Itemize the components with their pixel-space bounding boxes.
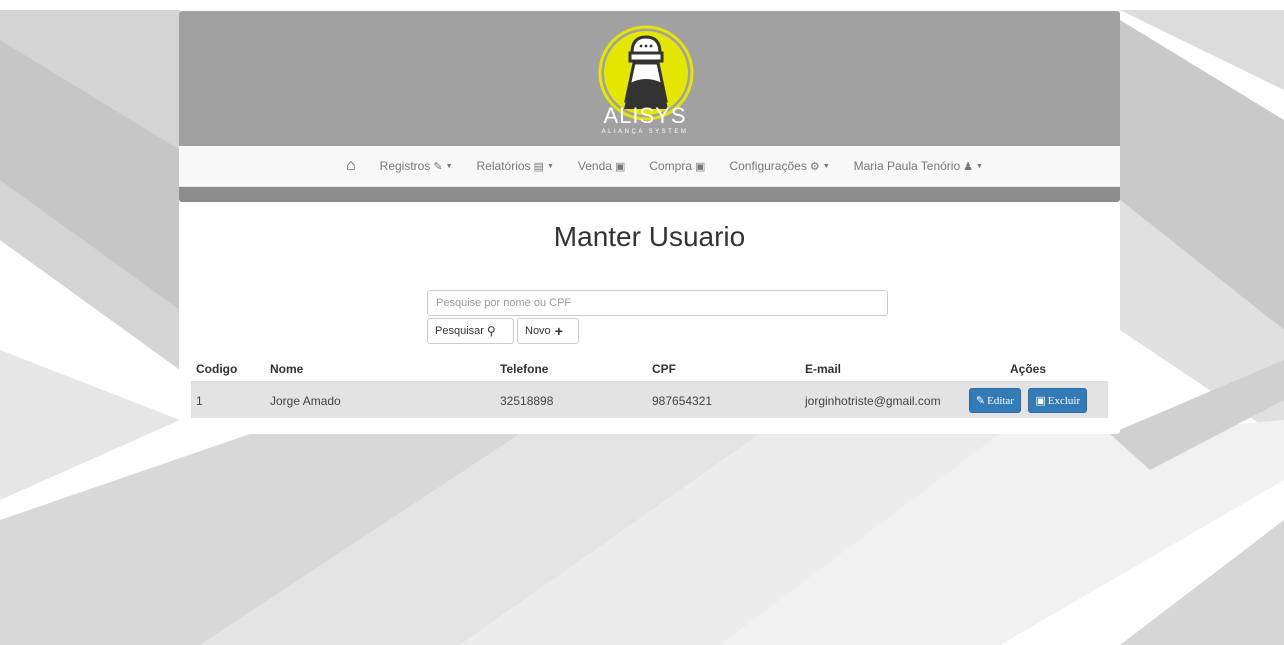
user-icon: ♟ bbox=[963, 160, 974, 173]
nav-label: Relatórios bbox=[476, 159, 531, 173]
nav-label: Registros bbox=[379, 159, 431, 173]
nav-label: Configurações bbox=[729, 159, 807, 173]
brand-tagline: ALIANÇA SYSTEM bbox=[601, 129, 689, 135]
header-banner: ALISYS ALIANÇA SYSTEM bbox=[179, 11, 1120, 146]
cell-codigo: 1 bbox=[191, 382, 265, 418]
pencil-icon: ✎ bbox=[433, 160, 443, 173]
cell-nome: Jorge Amado bbox=[265, 382, 495, 418]
column-header-nome: Nome bbox=[265, 357, 495, 383]
caret-down-icon: ▼ bbox=[445, 162, 453, 170]
nav-item-compra[interactable]: Compra ▣ bbox=[637, 146, 717, 186]
users-table: Codigo Nome Telefone CPF E-mail Ações 1 … bbox=[191, 357, 1108, 418]
cell-telefone: 32518898 bbox=[495, 382, 647, 418]
delete-button-label: Excluir bbox=[1047, 394, 1081, 407]
nav-label: Maria Paula Tenório bbox=[853, 159, 961, 173]
gear-icon: ⚙ bbox=[809, 160, 820, 173]
search-button[interactable]: Pesquisar ⚲ bbox=[427, 318, 514, 344]
cell-email: jorginhotriste@gmail.com bbox=[800, 382, 948, 418]
table-header-row: Codigo Nome Telefone CPF E-mail Ações bbox=[191, 357, 1108, 383]
column-header-cpf: CPF bbox=[647, 357, 800, 383]
nav-home[interactable]: ⌂ bbox=[334, 146, 368, 186]
caret-down-icon: ▼ bbox=[546, 162, 554, 170]
edit-button-label: Editar bbox=[987, 394, 1014, 407]
new-button-label: Novo bbox=[525, 325, 551, 337]
new-button[interactable]: Novo + bbox=[517, 318, 579, 344]
cell-actions: ✎ Editar ▣ Excluir bbox=[948, 382, 1108, 418]
home-icon: ⌂ bbox=[346, 157, 356, 174]
column-header-email: E-mail bbox=[800, 357, 948, 383]
nav-item-configuracoes[interactable]: Configurações ⚙ ▼ bbox=[717, 146, 841, 186]
nav-label: Venda bbox=[577, 159, 612, 173]
delete-button[interactable]: ▣ Excluir bbox=[1028, 388, 1088, 413]
cell-cpf: 987654321 bbox=[647, 382, 800, 418]
trash-icon: ▣ bbox=[1035, 394, 1046, 407]
column-header-codigo: Codigo bbox=[191, 357, 265, 383]
cart-icon: ▣ bbox=[614, 160, 626, 173]
search-input[interactable] bbox=[427, 290, 888, 316]
cart-icon: ▣ bbox=[695, 160, 706, 173]
nav-item-relatorios[interactable]: Relatórios ▤ ▼ bbox=[465, 146, 566, 186]
brand-logo[interactable]: ALISYS ALIANÇA SYSTEM bbox=[590, 13, 700, 143]
header-divider bbox=[179, 187, 1120, 202]
caret-down-icon: ▼ bbox=[822, 162, 830, 170]
list-icon: ▤ bbox=[533, 160, 544, 173]
edit-button[interactable]: ✎ Editar bbox=[968, 388, 1021, 413]
nav-item-venda[interactable]: Venda ▣ bbox=[566, 146, 637, 186]
column-header-acoes: Ações bbox=[948, 357, 1108, 383]
page-title: Manter Usuario bbox=[553, 221, 746, 252]
brand-name: ALISYS bbox=[603, 103, 687, 128]
main-container: ALISYS ALIANÇA SYSTEM ⌂ Registros ✎ ▼ Re… bbox=[179, 11, 1120, 434]
pencil-icon: ✎ bbox=[975, 394, 986, 407]
plus-icon: + bbox=[554, 323, 563, 339]
nav-item-user[interactable]: Maria Paula Tenório ♟ ▼ bbox=[842, 146, 995, 186]
column-header-telefone: Telefone bbox=[495, 357, 647, 383]
nav-label: Compra bbox=[649, 159, 693, 173]
search-button-label: Pesquisar bbox=[435, 325, 484, 337]
table-row: 1 Jorge Amado 32518898 987654321 jorginh… bbox=[191, 382, 1108, 418]
caret-down-icon: ▼ bbox=[976, 162, 983, 170]
nav-item-registros[interactable]: Registros ✎ ▼ bbox=[368, 146, 465, 186]
navbar: ⌂ Registros ✎ ▼ Relatórios ▤ ▼ Venda ▣ C… bbox=[179, 146, 1120, 187]
search-icon: ⚲ bbox=[486, 324, 496, 338]
